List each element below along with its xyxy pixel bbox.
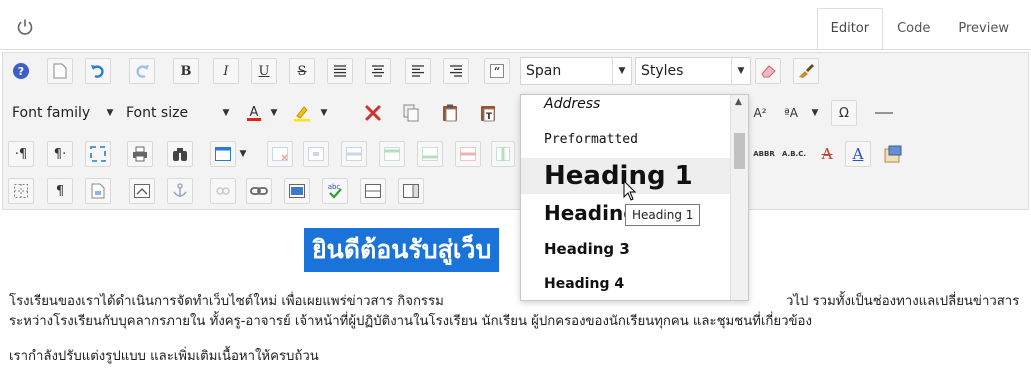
svg-text:abc: abc [328,183,341,191]
clear-formatting-icon[interactable] [793,58,819,84]
italic-button[interactable]: I [213,58,239,84]
horizontal-rule-icon[interactable] [871,100,897,126]
bold-button[interactable]: B [173,58,199,84]
undo-icon[interactable] [85,58,111,84]
svg-text:“: “ [494,65,500,78]
styles-select-value: Styles [641,63,684,79]
insert-text-icon[interactable]: A [845,141,871,167]
preview-icon[interactable] [398,178,424,204]
scroll-up-icon[interactable]: ▲ [735,97,742,107]
print-icon[interactable] [127,141,153,167]
search-icon[interactable] [167,141,193,167]
font-case-icon[interactable]: ªA [778,100,804,126]
editor-toolbar [2,52,1029,210]
power-icon[interactable] [16,18,34,36]
underline-button[interactable]: U [251,58,277,84]
media-icon[interactable] [129,178,155,204]
format-option-heading-4[interactable]: Heading 4 [521,268,730,300]
show-blocks-icon[interactable]: ¶ [47,178,73,204]
font-size-value: Font size [126,105,189,121]
visual-blocks-icon[interactable] [8,178,34,204]
welcome-heading: ยินดีต้อนรับสู่เว็บ [304,228,500,272]
align-left-icon[interactable] [405,58,431,84]
svg-text:A: A [250,105,259,120]
ltr-icon[interactable]: ·¶ [8,141,34,167]
chevron-down-icon: ▼ [222,108,230,118]
image-icon[interactable] [284,178,310,204]
table-insert-row-after-icon[interactable] [417,141,443,167]
chevron-down-icon: ▼ [612,58,631,84]
text-color-icon[interactable]: A [241,100,267,126]
rtl-icon[interactable]: ¶· [47,141,73,167]
top-bar: Editor Code Preview [0,0,1031,50]
svg-text:T: T [486,112,493,122]
table-delete-row-icon[interactable] [455,141,481,167]
format-option-preformatted[interactable]: Preformatted [521,125,730,157]
chevron-down-icon: ▼ [731,58,750,84]
unlink-icon[interactable] [210,178,236,204]
svg-text:?: ? [18,65,24,78]
link-icon[interactable] [246,178,272,204]
font-size-select[interactable]: Font size ▼ [120,99,236,127]
table-insert-row-icon[interactable] [379,141,405,167]
strikethrough-button[interactable]: S [289,58,315,84]
spellcheck-icon[interactable]: abc [322,178,348,204]
chevron-down-icon[interactable]: ▼ [236,141,250,167]
chevron-down-icon[interactable]: ▼ [267,100,281,126]
tab-divider [0,49,1031,50]
highlight-color-icon[interactable] [289,100,315,126]
superscript-icon[interactable]: A² [747,100,773,126]
paragraph-line: ระหว่างโรงเรียนกับบุคลากรภายใน ทั้งครู-อ… [9,314,812,329]
paste-text-icon[interactable]: T [475,100,501,126]
template-icon[interactable] [880,141,906,167]
page-break-icon[interactable] [360,178,386,204]
format-select[interactable]: Span ▼ [520,57,632,85]
abbr-button[interactable]: ABBR [751,141,777,167]
special-character-icon[interactable]: Ω [831,100,857,126]
table-insert-col-icon[interactable] [491,141,515,167]
font-family-value: Font family [12,105,91,121]
anchor-icon[interactable] [167,178,193,204]
view-tabs: Editor Code Preview [816,8,1023,50]
paragraph-line: วไป รวมทั้งเป็นช่องทางแลเปลี่ยนข่าวสาร [786,294,1020,309]
tab-preview[interactable]: Preview [944,8,1023,50]
format-option-address[interactable]: Address [521,95,730,125]
align-justify-icon[interactable] [327,58,353,84]
format-select-value: Span [526,63,562,79]
tooltip: Heading 1 [625,204,701,226]
table-row-props-icon[interactable] [341,141,367,167]
paragraph-line: เรากำลังปรับแต่งรูปแบบ และเพิ่มเติมเนื้อ… [9,349,319,364]
paragraph-line: โรงเรียนของเราได้ดำเนินการจัดทำเว็บไซต์ใ… [9,294,444,309]
table-icon[interactable] [210,141,236,167]
new-document-icon[interactable] [47,58,73,84]
chevron-down-icon: ▼ [106,108,114,118]
insert-file-icon[interactable] [85,178,111,204]
format-option-heading-3[interactable]: Heading 3 [521,232,730,266]
align-center-icon[interactable] [365,58,391,84]
eraser-icon[interactable] [755,58,781,84]
chevron-down-icon[interactable]: ▼ [808,100,822,126]
redo-icon[interactable] [129,58,155,84]
blockquote-icon[interactable]: “ [484,58,510,84]
help-icon[interactable]: ? [8,58,34,84]
chevron-down-icon[interactable]: ▼ [317,100,331,126]
align-right-icon[interactable] [443,58,469,84]
copy-icon[interactable] [398,100,424,126]
fullscreen-icon[interactable] [85,141,111,167]
table-delete-icon[interactable] [267,141,293,167]
styles-select[interactable]: Styles ▼ [635,57,751,85]
tab-code[interactable]: Code [883,8,944,50]
paste-icon[interactable] [437,100,463,126]
acronym-button[interactable]: A.B.C. [779,141,809,167]
cut-icon[interactable] [360,100,386,126]
table-cell-props-icon[interactable] [303,141,329,167]
strike-icon[interactable]: A [814,141,840,167]
dropdown-scrollbar[interactable]: ▲ [730,95,748,300]
font-family-select[interactable]: Font family ▼ [6,99,120,127]
scrollbar-thumb[interactable] [734,133,745,169]
tab-editor[interactable]: Editor [816,8,884,50]
mouse-cursor-icon [623,180,637,201]
